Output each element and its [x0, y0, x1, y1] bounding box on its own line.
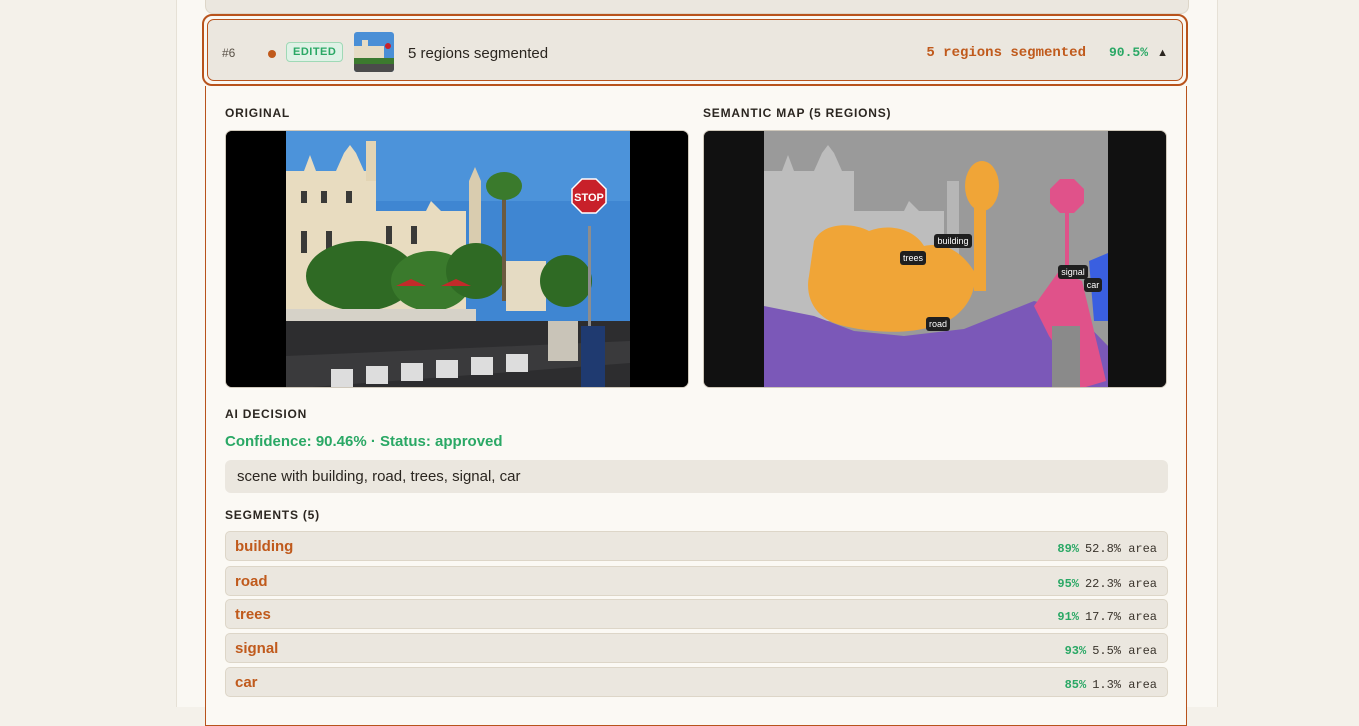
segment-name: car: [235, 674, 258, 691]
segment-row-building[interactable]: building 89% 52.8% area: [225, 531, 1168, 561]
svg-text:building: building: [937, 236, 968, 246]
item-header[interactable]: #6 EDITED 5 regions segmented 5 regions …: [202, 14, 1188, 86]
segment-name: trees: [235, 606, 271, 623]
svg-text:trees: trees: [903, 253, 924, 263]
segment-area: 1.3% area: [1092, 678, 1157, 692]
semantic-map-label: SEMANTIC MAP (5 REGIONS): [703, 106, 892, 120]
segments-label: SEGMENTS (5): [225, 508, 320, 522]
segment-area: 52.8% area: [1084, 542, 1157, 556]
svg-text:signal: signal: [1061, 267, 1085, 277]
segment-area: 5.5% area: [1092, 644, 1157, 658]
decision-confidence: Confidence: 90.46% · Status: approved: [225, 433, 503, 450]
item-thumbnail: [354, 32, 394, 72]
segment-name: signal: [235, 640, 279, 657]
svg-text:road: road: [929, 319, 947, 329]
segment-confidence: 85%: [1064, 678, 1087, 692]
collapse-chevron-icon[interactable]: ▲: [1157, 47, 1168, 59]
status-dot: [268, 50, 276, 58]
item-summary: 5 regions segmented: [926, 45, 1086, 61]
item-header-inner[interactable]: #6 EDITED 5 regions segmented 5 regions …: [207, 19, 1183, 81]
item-index: #6: [222, 46, 236, 60]
original-image: STOP: [225, 130, 689, 388]
segment-area: 17.7% area: [1084, 610, 1157, 624]
segment-row-car[interactable]: car 85% 1.3% area: [225, 667, 1168, 697]
item-percent: 90.5%: [1108, 45, 1148, 60]
semantic-map-image: building trees road signal car: [703, 130, 1167, 388]
map-tag-signal: signal: [1058, 265, 1088, 279]
svg-text:car: car: [1087, 280, 1100, 290]
segment-row-signal[interactable]: signal 93% 5.5% area: [225, 633, 1168, 663]
segment-row-trees[interactable]: trees 91% 17.7% area: [225, 599, 1168, 629]
segment-name: road: [235, 573, 268, 590]
segment-name: building: [235, 538, 294, 555]
ai-decision-label: AI DECISION: [225, 407, 308, 421]
segment-confidence: 89%: [1057, 542, 1079, 556]
map-tag-car: car: [1084, 278, 1102, 292]
previous-item-card[interactable]: [205, 0, 1189, 14]
stop-sign-text: STOP: [574, 192, 604, 204]
segment-area: 22.3% area: [1084, 577, 1157, 591]
item-title: 5 regions segmented: [408, 45, 549, 62]
edited-badge: EDITED: [286, 42, 344, 62]
segment-confidence: 95%: [1057, 577, 1079, 591]
original-label: ORIGINAL: [225, 106, 291, 120]
segment-confidence: 91%: [1057, 610, 1079, 624]
map-tag-building: building: [934, 234, 972, 248]
decision-caption: scene with building, road, trees, signal…: [225, 460, 1168, 493]
map-tag-trees: trees: [900, 251, 926, 265]
segment-confidence: 93%: [1064, 644, 1087, 658]
map-tag-road: road: [926, 317, 950, 331]
segment-row-road[interactable]: road 95% 22.3% area: [225, 566, 1168, 596]
